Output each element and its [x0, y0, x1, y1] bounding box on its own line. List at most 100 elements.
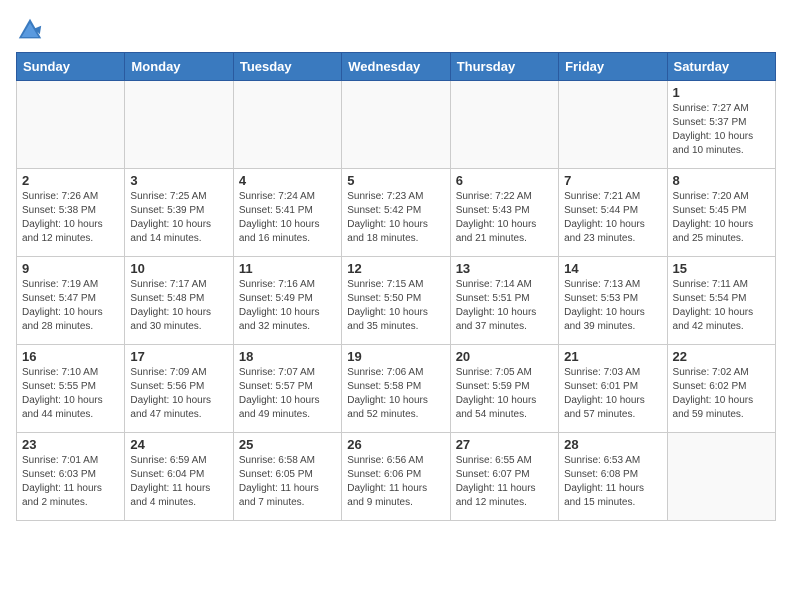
calendar-cell: 17 Sunrise: 7:09 AM Sunset: 5:56 PM Dayli… [125, 345, 233, 433]
calendar-cell: 3 Sunrise: 7:25 AM Sunset: 5:39 PM Daylig… [125, 169, 233, 257]
day-number: 6 [456, 173, 553, 188]
weekday-header-monday: Monday [125, 53, 233, 81]
weekday-header-sunday: Sunday [17, 53, 125, 81]
logo-icon [16, 16, 44, 44]
calendar-cell: 20 Sunrise: 7:05 AM Sunset: 5:59 PM Dayli… [450, 345, 558, 433]
day-info: Sunrise: 7:27 AM Sunset: 5:37 PM Dayligh… [673, 102, 770, 158]
day-number: 14 [564, 261, 661, 276]
day-number: 9 [22, 261, 119, 276]
day-number: 17 [130, 349, 227, 364]
day-info: Sunrise: 7:05 AM Sunset: 5:59 PM Dayligh… [456, 366, 553, 422]
day-info: Sunrise: 7:03 AM Sunset: 6:01 PM Dayligh… [564, 366, 661, 422]
day-number: 22 [673, 349, 770, 364]
day-info: Sunrise: 7:02 AM Sunset: 6:02 PM Dayligh… [673, 366, 770, 422]
calendar-cell: 2 Sunrise: 7:26 AM Sunset: 5:38 PM Daylig… [17, 169, 125, 257]
calendar-cell: 11Sunrise: 7:16 AM Sunset: 5:49 PM Dayli… [233, 257, 341, 345]
day-info: Sunrise: 7:10 AM Sunset: 5:55 PM Dayligh… [22, 366, 119, 422]
calendar-cell: 12 Sunrise: 7:15 AM Sunset: 5:50 PM Dayli… [342, 257, 450, 345]
calendar-table: SundayMondayTuesdayWednesdayThursdayFrid… [16, 52, 776, 521]
day-number: 27 [456, 437, 553, 452]
day-info: Sunrise: 7:13 AM Sunset: 5:53 PM Dayligh… [564, 278, 661, 334]
calendar-cell: 1 Sunrise: 7:27 AM Sunset: 5:37 PM Daylig… [667, 81, 775, 169]
calendar-week-row: 9 Sunrise: 7:19 AM Sunset: 5:47 PM Daylig… [17, 257, 776, 345]
day-number: 21 [564, 349, 661, 364]
day-number: 2 [22, 173, 119, 188]
day-info: Sunrise: 7:26 AM Sunset: 5:38 PM Dayligh… [22, 190, 119, 246]
day-info: Sunrise: 6:56 AM Sunset: 6:06 PM Dayligh… [347, 454, 444, 510]
calendar-cell [233, 81, 341, 169]
calendar-cell: 9 Sunrise: 7:19 AM Sunset: 5:47 PM Daylig… [17, 257, 125, 345]
calendar-cell [125, 81, 233, 169]
weekday-header-thursday: Thursday [450, 53, 558, 81]
day-number: 20 [456, 349, 553, 364]
calendar-cell: 21 Sunrise: 7:03 AM Sunset: 6:01 PM Dayli… [559, 345, 667, 433]
day-number: 10 [130, 261, 227, 276]
calendar-week-row: 23 Sunrise: 7:01 AM Sunset: 6:03 PM Dayli… [17, 433, 776, 521]
day-number: 13 [456, 261, 553, 276]
day-info: Sunrise: 7:09 AM Sunset: 5:56 PM Dayligh… [130, 366, 227, 422]
calendar-cell: 19Sunrise: 7:06 AM Sunset: 5:58 PM Dayli… [342, 345, 450, 433]
calendar-cell: 27 Sunrise: 6:55 AM Sunset: 6:07 PM Dayli… [450, 433, 558, 521]
day-number: 19 [347, 349, 444, 364]
day-info: Sunrise: 7:07 AM Sunset: 5:57 PM Dayligh… [239, 366, 336, 422]
day-number: 16 [22, 349, 119, 364]
day-info: Sunrise: 6:58 AM Sunset: 6:05 PM Dayligh… [239, 454, 336, 510]
calendar-cell: 4Sunrise: 7:24 AM Sunset: 5:41 PM Daylig… [233, 169, 341, 257]
calendar-cell: 5 Sunrise: 7:23 AM Sunset: 5:42 PM Daylig… [342, 169, 450, 257]
day-number: 28 [564, 437, 661, 452]
weekday-header-friday: Friday [559, 53, 667, 81]
day-number: 1 [673, 85, 770, 100]
calendar-cell: 16 Sunrise: 7:10 AM Sunset: 5:55 PM Dayli… [17, 345, 125, 433]
day-number: 26 [347, 437, 444, 452]
calendar-cell: 7 Sunrise: 7:21 AM Sunset: 5:44 PM Daylig… [559, 169, 667, 257]
calendar-cell [342, 81, 450, 169]
calendar-cell [559, 81, 667, 169]
day-info: Sunrise: 7:21 AM Sunset: 5:44 PM Dayligh… [564, 190, 661, 246]
day-number: 5 [347, 173, 444, 188]
calendar-cell: 15Sunrise: 7:11 AM Sunset: 5:54 PM Dayli… [667, 257, 775, 345]
day-number: 11 [239, 261, 336, 276]
calendar-cell: 22 Sunrise: 7:02 AM Sunset: 6:02 PM Dayli… [667, 345, 775, 433]
day-number: 15 [673, 261, 770, 276]
weekday-header-row: SundayMondayTuesdayWednesdayThursdayFrid… [17, 53, 776, 81]
weekday-header-tuesday: Tuesday [233, 53, 341, 81]
calendar-cell: 24 Sunrise: 6:59 AM Sunset: 6:04 PM Dayli… [125, 433, 233, 521]
day-number: 23 [22, 437, 119, 452]
calendar-cell [17, 81, 125, 169]
day-info: Sunrise: 7:17 AM Sunset: 5:48 PM Dayligh… [130, 278, 227, 334]
day-info: Sunrise: 7:25 AM Sunset: 5:39 PM Dayligh… [130, 190, 227, 246]
day-number: 8 [673, 173, 770, 188]
day-number: 18 [239, 349, 336, 364]
day-number: 3 [130, 173, 227, 188]
logo [16, 16, 48, 44]
day-info: Sunrise: 6:59 AM Sunset: 6:04 PM Dayligh… [130, 454, 227, 510]
day-number: 25 [239, 437, 336, 452]
day-info: Sunrise: 7:20 AM Sunset: 5:45 PM Dayligh… [673, 190, 770, 246]
calendar-cell: 28 Sunrise: 6:53 AM Sunset: 6:08 PM Dayli… [559, 433, 667, 521]
day-info: Sunrise: 7:23 AM Sunset: 5:42 PM Dayligh… [347, 190, 444, 246]
day-info: Sunrise: 7:15 AM Sunset: 5:50 PM Dayligh… [347, 278, 444, 334]
day-number: 24 [130, 437, 227, 452]
day-info: Sunrise: 7:19 AM Sunset: 5:47 PM Dayligh… [22, 278, 119, 334]
day-info: Sunrise: 7:24 AM Sunset: 5:41 PM Dayligh… [239, 190, 336, 246]
weekday-header-wednesday: Wednesday [342, 53, 450, 81]
calendar-cell: 26 Sunrise: 6:56 AM Sunset: 6:06 PM Dayli… [342, 433, 450, 521]
calendar-cell: 6 Sunrise: 7:22 AM Sunset: 5:43 PM Daylig… [450, 169, 558, 257]
day-info: Sunrise: 7:14 AM Sunset: 5:51 PM Dayligh… [456, 278, 553, 334]
day-info: Sunrise: 7:22 AM Sunset: 5:43 PM Dayligh… [456, 190, 553, 246]
calendar-cell: 10 Sunrise: 7:17 AM Sunset: 5:48 PM Dayli… [125, 257, 233, 345]
calendar-cell: 23 Sunrise: 7:01 AM Sunset: 6:03 PM Dayli… [17, 433, 125, 521]
calendar-cell: 13 Sunrise: 7:14 AM Sunset: 5:51 PM Dayli… [450, 257, 558, 345]
calendar-cell: 25 Sunrise: 6:58 AM Sunset: 6:05 PM Dayli… [233, 433, 341, 521]
calendar-cell: 18 Sunrise: 7:07 AM Sunset: 5:57 PM Dayli… [233, 345, 341, 433]
calendar-cell [450, 81, 558, 169]
day-info: Sunrise: 6:55 AM Sunset: 6:07 PM Dayligh… [456, 454, 553, 510]
weekday-header-saturday: Saturday [667, 53, 775, 81]
day-number: 7 [564, 173, 661, 188]
calendar-cell: 8 Sunrise: 7:20 AM Sunset: 5:45 PM Daylig… [667, 169, 775, 257]
day-info: Sunrise: 7:01 AM Sunset: 6:03 PM Dayligh… [22, 454, 119, 510]
calendar-week-row: 16 Sunrise: 7:10 AM Sunset: 5:55 PM Dayli… [17, 345, 776, 433]
calendar-cell [667, 433, 775, 521]
day-info: Sunrise: 6:53 AM Sunset: 6:08 PM Dayligh… [564, 454, 661, 510]
day-number: 12 [347, 261, 444, 276]
